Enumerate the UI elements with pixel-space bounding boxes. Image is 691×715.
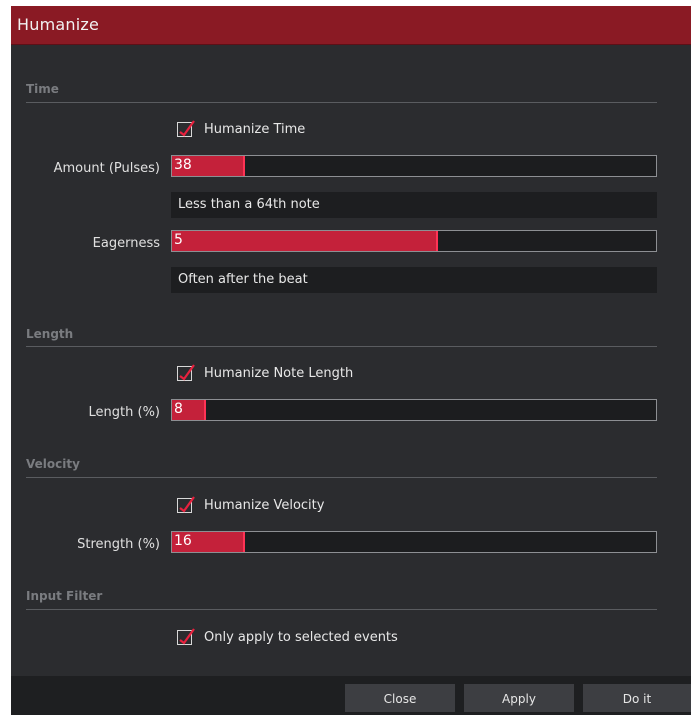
divider (26, 477, 657, 478)
length-label: Length (%) (88, 405, 160, 420)
strength-slider[interactable]: 16 (171, 531, 657, 553)
checkbox-label: Humanize Note Length (204, 366, 354, 381)
eagerness-info-text: Often after the beat (178, 272, 308, 287)
checkbox-checked-icon[interactable] (177, 364, 195, 381)
slider-value: 8 (174, 401, 183, 417)
divider (26, 609, 657, 610)
dialog-footer: Close Apply Do it (11, 676, 691, 715)
eagerness-label: Eagerness (92, 236, 160, 251)
section-label-velocity: Velocity (26, 457, 80, 471)
slider-value: 38 (174, 157, 192, 173)
apply-button[interactable]: Apply (464, 684, 574, 712)
checkbox-label: Only apply to selected events (204, 630, 398, 645)
amount-slider[interactable]: 38 (171, 155, 657, 177)
do-it-button[interactable]: Do it (583, 684, 691, 712)
slider-fill (172, 231, 439, 251)
checkbox-label: Humanize Time (204, 122, 306, 137)
humanize-dialog: Humanize Time Humanize Time Amount (Puls… (11, 6, 691, 715)
divider (26, 346, 657, 347)
section-label-input-filter: Input Filter (26, 589, 103, 603)
divider (26, 102, 657, 103)
strength-label: Strength (%) (77, 537, 160, 552)
title-bar[interactable]: Humanize (11, 6, 691, 45)
eagerness-slider[interactable]: 5 (171, 230, 657, 252)
slider-value: 16 (174, 533, 192, 549)
section-label-time: Time (26, 82, 59, 96)
slider-value: 5 (174, 232, 183, 248)
checkbox-checked-icon[interactable] (177, 628, 195, 645)
section-label-length: Length (26, 327, 74, 341)
window-title: Humanize (17, 15, 99, 34)
checkbox-checked-icon[interactable] (177, 496, 195, 513)
eagerness-info: Often after the beat (171, 267, 657, 293)
amount-info: Less than a 64th note (171, 192, 657, 218)
amount-label: Amount (Pulses) (53, 161, 160, 176)
length-slider[interactable]: 8 (171, 399, 657, 421)
checkbox-label: Humanize Velocity (204, 498, 325, 513)
amount-info-text: Less than a 64th note (178, 197, 320, 212)
checkbox-checked-icon[interactable] (177, 120, 195, 137)
close-button[interactable]: Close (345, 684, 455, 712)
